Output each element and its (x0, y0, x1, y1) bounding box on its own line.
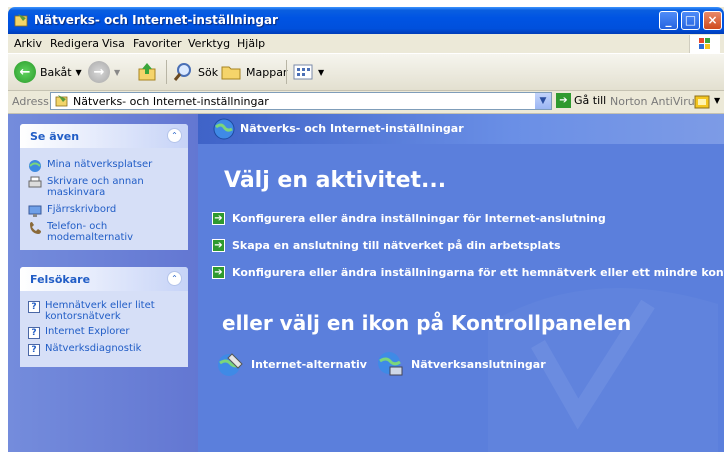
collapse-chevron-icon[interactable]: ⌃ (167, 128, 182, 143)
collapse-chevron-icon[interactable]: ⌃ (167, 271, 182, 286)
link-phone-modem[interactable]: Telefon- och modemalternativ (28, 221, 172, 243)
up-folder-icon (138, 63, 156, 81)
link-printers-hardware[interactable]: Skrivare och annan maskinvara (28, 176, 172, 198)
troubleshooters-panel: Felsökare ⌃ ? Hemnätverk eller litet kon… (20, 267, 188, 367)
go-button[interactable]: ➔ Gå till (556, 93, 606, 108)
task-pane: Se även ⌃ Mina nätverksplatser Skrivare … (8, 114, 198, 452)
help-icon: ? (28, 344, 40, 356)
forward-button[interactable]: → ▼ (88, 60, 120, 84)
address-input[interactable]: Nätverks- och Internet-inställningar ▼ (50, 92, 552, 110)
printer-icon (28, 176, 42, 188)
link-network-diagnostics[interactable]: ? Nätverksdiagnostik (28, 343, 170, 356)
content-area: Se även ⌃ Mina nätverksplatser Skrivare … (8, 114, 724, 452)
pick-task-heading: Välj en aktivitet... (224, 168, 447, 193)
menu-arkiv[interactable]: Arkiv (14, 37, 42, 50)
dropdown-arrow-icon[interactable]: ▼ (318, 68, 324, 77)
address-label: Adress (12, 95, 49, 108)
task-arrow-icon: ➔ (212, 212, 225, 225)
up-folder-button[interactable] (136, 60, 158, 84)
troubleshooters-title: Felsökare (30, 273, 91, 286)
help-icon: ? (28, 327, 40, 339)
main-pane: Nätverks- och Internet-inställningar Väl… (198, 114, 724, 452)
dropdown-arrow-icon[interactable]: ▼ (76, 68, 82, 77)
remote-desktop-icon (28, 205, 42, 217)
explorer-window: Nätverks- och Internet-inställningar _ □… (8, 7, 724, 452)
dropdown-arrow-icon[interactable]: ▼ (114, 68, 120, 77)
phone-icon (30, 222, 41, 234)
window-title: Nätverks- och Internet-inställningar (34, 13, 278, 27)
network-places-icon (29, 160, 41, 172)
forward-arrow-icon: → (88, 61, 110, 83)
link-home-network[interactable]: ? Hemnätverk eller litet kontorsnätverk (28, 300, 170, 322)
troubleshooters-header[interactable]: Felsökare ⌃ (20, 267, 188, 291)
internet-options-icon (218, 353, 243, 376)
maximize-button[interactable]: □ (681, 11, 700, 30)
title-bar[interactable]: Nätverks- och Internet-inställningar _ □… (8, 7, 724, 34)
category-header: Nätverks- och Internet-inställningar (198, 114, 724, 144)
address-bar: Adress Nätverks- och Internet-inställnin… (8, 91, 724, 114)
menu-visa[interactable]: Visa (102, 37, 125, 50)
folders-icon (221, 66, 241, 80)
windows-logo-icon (689, 35, 720, 53)
folders-label: Mappar (246, 65, 288, 79)
norton-dropdown-icon[interactable]: ▼ (714, 96, 720, 105)
address-value: Nätverks- och Internet-inställningar (73, 95, 269, 108)
link-remote-desktop[interactable]: Fjärrskrivbord (28, 204, 172, 218)
toolbar-separator (166, 60, 167, 84)
menu-bar: Arkiv Redigera Visa Favoriter Verktyg Hj… (8, 34, 724, 54)
search-label: Sök (198, 65, 219, 79)
category-title: Nätverks- och Internet-inställningar (240, 122, 464, 135)
link-my-network-places[interactable]: Mina nätverksplatser (28, 159, 172, 173)
task-home-network[interactable]: ➔ Konfigurera eller ändra inställningarn… (212, 266, 724, 279)
task-arrow-icon: ➔ (212, 266, 225, 279)
control-panel-icon (14, 14, 28, 27)
control-panel-icon (55, 95, 68, 107)
menu-redigera[interactable]: Redigera (50, 37, 99, 50)
close-button[interactable]: × (703, 11, 722, 30)
toolbar-separator (286, 60, 287, 84)
task-workplace-connection[interactable]: ➔ Skapa en anslutning till nätverket på … (212, 239, 561, 252)
menu-favoriter[interactable]: Favoriter (133, 37, 181, 50)
address-dropdown-icon[interactable]: ▼ (535, 93, 551, 109)
network-connections-icon (378, 352, 403, 376)
icon-internet-options[interactable]: Internet-alternativ (216, 350, 367, 378)
see-also-title: Se även (30, 130, 80, 143)
norton-icon[interactable] (694, 94, 710, 110)
task-internet-connection[interactable]: ➔ Konfigurera eller ändra inställningar … (212, 212, 606, 225)
pick-icon-heading: eller välj en ikon på Kontrollpanelen (222, 311, 632, 335)
search-button[interactable]: Sök (172, 60, 218, 84)
views-button[interactable]: ▼ (292, 60, 324, 84)
norton-antivirus-label: Norton AntiVirus (610, 95, 701, 108)
help-icon: ? (28, 301, 40, 313)
standard-toolbar: ← Bakåt ▼ → ▼ Sök Mappar ▼ (8, 54, 724, 91)
network-globe-icon (213, 118, 235, 140)
folders-button[interactable]: Mappar (220, 60, 287, 84)
back-arrow-icon: ← (14, 61, 36, 83)
icon-network-connections[interactable]: Nätverksanslutningar (376, 350, 546, 378)
task-arrow-icon: ➔ (212, 239, 225, 252)
menu-hjalp[interactable]: Hjälp (237, 37, 265, 50)
views-icon (293, 64, 313, 80)
link-internet-explorer[interactable]: ? Internet Explorer (28, 326, 170, 339)
go-label: Gå till (574, 94, 607, 107)
search-icon (173, 63, 191, 81)
menu-verktyg[interactable]: Verktyg (188, 37, 230, 50)
back-label: Bakåt (40, 65, 72, 79)
see-also-header[interactable]: Se även ⌃ (20, 124, 188, 148)
minimize-button[interactable]: _ (659, 11, 678, 30)
see-also-panel: Se även ⌃ Mina nätverksplatser Skrivare … (20, 124, 188, 250)
go-arrow-icon: ➔ (556, 93, 571, 108)
back-button[interactable]: ← Bakåt ▼ (14, 60, 82, 84)
